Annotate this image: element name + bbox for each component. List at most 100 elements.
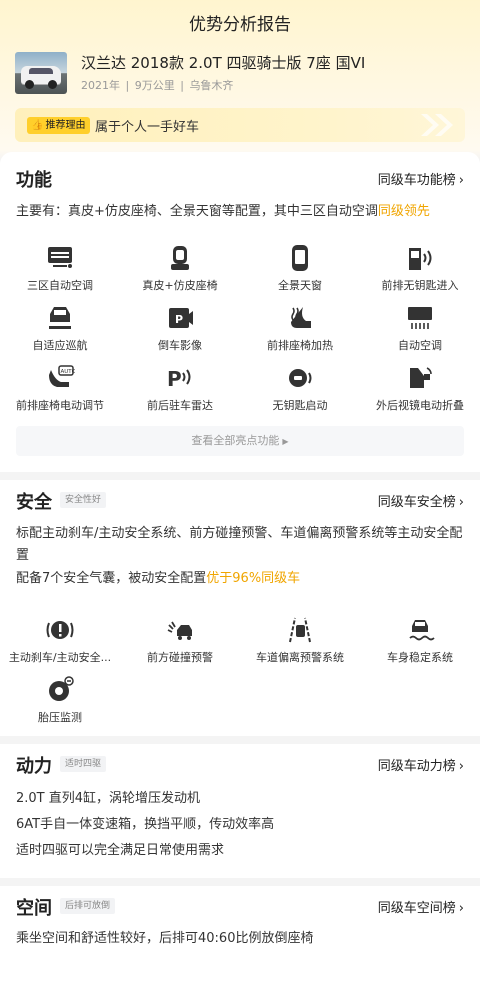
function-summary-highlight: 同级领先 <box>377 204 430 219</box>
thumbs-up-icon: 👍 <box>31 120 44 131</box>
chevron-right-icon: › <box>458 901 464 916</box>
power-section: 动力 适时四驱 同级车动力榜 › 2.0T 直列4缸，涡轮增压发动机 6AT手自一… <box>0 744 480 878</box>
power-seat-icon: AUTO <box>49 365 76 387</box>
space-header: 空间 后排可放倒 同级车空间榜 › <box>16 894 464 920</box>
power-badge: 适时四驱 <box>60 756 107 772</box>
safety-item[interactable]: 主动刹车/主动安全... <box>0 616 120 665</box>
safety-label: 车身稳定系统 <box>387 651 453 664</box>
feature-label: 三区自动空调 <box>27 279 93 292</box>
view-all-label: 查看全部亮点功能 <box>191 434 280 447</box>
space-rank-link[interactable]: 同级车空间榜 › <box>378 897 464 916</box>
power-transmission-line: 6AT手自一体变速箱，换挡平顺，传动效率高 <box>16 817 275 832</box>
adaptive-cruise-icon <box>49 307 71 329</box>
tire-pressure-icon <box>49 676 74 701</box>
feature-item[interactable]: P 前后驻车雷达 <box>120 364 240 413</box>
feature-label: 自动空调 <box>398 339 442 352</box>
power-header: 动力 适时四驱 同级车动力榜 › <box>16 752 464 778</box>
power-rank-label: 同级车动力榜 <box>377 759 456 774</box>
space-badge: 后排可放倒 <box>60 898 116 914</box>
car-thumbnail <box>15 52 67 94</box>
recommend-reason-tag: 👍 推荐理由 <box>27 117 91 134</box>
feature-label: 前排座椅加热 <box>267 339 333 352</box>
function-title: 功能 <box>16 170 52 191</box>
safety-item[interactable]: 胎压监测 <box>0 676 120 725</box>
safety-item[interactable]: 车道偏离预警系统 <box>240 616 360 665</box>
chevron-right-icon: › <box>458 173 464 188</box>
feature-item[interactable]: 前排无钥匙进入 <box>360 244 480 293</box>
safety-passive-highlight: 优于96%同级车 <box>206 571 301 586</box>
feature-item[interactable]: AUTO 前排座椅电动调节 <box>0 364 120 413</box>
space-desc: 乘坐空间和舒适性较好，后排可40:60比例放倒座椅 <box>16 931 314 946</box>
feature-item[interactable]: 自动空调 <box>360 304 480 353</box>
feature-item[interactable]: 自适应巡航 <box>0 304 120 353</box>
feature-item[interactable]: 前排座椅加热 <box>240 304 360 353</box>
ac-vent-icon <box>48 247 72 268</box>
power-drivetrain-line: 适时四驱可以完全满足日常使用需求 <box>16 843 225 858</box>
safety-item[interactable]: 前方碰撞预警 <box>120 616 240 665</box>
sunroof-icon <box>292 245 308 271</box>
safety-badge: 安全性好 <box>60 492 107 508</box>
feature-item[interactable]: 无钥匙启动 <box>240 364 360 413</box>
view-all-features-button[interactable]: 查看全部亮点功能 ▶ <box>16 426 464 456</box>
function-rank-link[interactable]: 同级车功能榜 › <box>378 169 464 188</box>
power-engine-line: 2.0T 直列4缸，涡轮增压发动机 <box>16 791 201 806</box>
safety-title: 安全 <box>16 492 52 513</box>
safety-section: 安全 安全性好 同级车安全榜 › 标配主动刹车/主动安全系统、前方碰撞预警、车道偏… <box>0 480 480 736</box>
seat-icon <box>171 246 189 270</box>
car-mileage: 9万公里 <box>134 79 175 92</box>
safety-label: 主动刹车/主动安全... <box>8 651 112 664</box>
function-rank-label: 同级车功能榜 <box>377 173 456 188</box>
feature-item[interactable]: 真皮+仿皮座椅 <box>120 244 240 293</box>
collision-warning-icon <box>167 621 192 640</box>
function-section: 功能 同级车功能榜 › 主要有：真皮+仿皮座椅、全景天窗等配置，其中三区自动空调同… <box>0 152 480 472</box>
car-meta: 2021年 | 9万公里 | 乌鲁木齐 <box>81 77 235 93</box>
recommend-reason-text: 属于个人一手好车 <box>95 120 200 135</box>
feature-item[interactable]: 三区自动空调 <box>0 244 120 293</box>
function-summary: 主要有：真皮+仿皮座椅、全景天窗等配置，其中三区自动空调同级领先 <box>16 201 464 223</box>
space-section: 空间 后排可放倒 同级车空间榜 › 乘坐空间和舒适性较好，后排可40:60比例放倒… <box>0 886 480 1007</box>
feature-item[interactable]: 全景天窗 <box>240 244 360 293</box>
feature-label: 无钥匙启动 <box>272 399 328 412</box>
feature-label: 外后视镜电动折叠 <box>376 399 464 412</box>
feature-label: 倒车影像 <box>158 339 202 352</box>
function-header: 功能 同级车功能榜 › <box>16 166 464 192</box>
chevron-right-icon: › <box>458 495 464 510</box>
triangle-right-icon: ▶ <box>282 437 289 446</box>
feature-label: 前排无钥匙进入 <box>381 279 459 292</box>
feature-label: 自适应巡航 <box>32 339 88 352</box>
svg-text:AUTO: AUTO <box>61 369 76 375</box>
car-info[interactable]: 汉兰达 2018款 2.0T 四驱骑士版 7座 国VI 2021年 | 9万公里… <box>15 50 465 100</box>
safety-passive-desc: 配备7个安全气囊，被动安全配置优于96%同级车 <box>16 568 464 590</box>
recommend-reason-tag-label: 推荐理由 <box>45 120 86 131</box>
report-page: 优势分析报告 汉兰达 2018款 2.0T 四驱骑士版 7座 国VI 2021年… <box>0 0 480 1007</box>
power-title: 动力 <box>16 756 52 777</box>
space-title: 空间 <box>16 898 52 919</box>
car-year: 2021年 <box>81 79 120 92</box>
safety-label: 车道偏离预警系统 <box>256 651 344 664</box>
safety-label: 前方碰撞预警 <box>147 651 213 664</box>
safety-label: 胎压监测 <box>38 711 82 724</box>
safety-passive-text: 配备7个安全气囊，被动安全配置 <box>16 571 207 586</box>
function-summary-text: 主要有：真皮+仿皮座椅、全景天窗等配置，其中三区自动空调 <box>16 204 378 219</box>
feature-label: 真皮+仿皮座椅 <box>142 279 218 292</box>
feature-item[interactable]: P 倒车影像 <box>120 304 240 353</box>
keyless-start-icon <box>289 369 312 387</box>
svg-text:P: P <box>175 313 183 326</box>
keyless-entry-icon <box>409 248 432 270</box>
parking-radar-icon: P <box>167 367 191 391</box>
safety-rank-link[interactable]: 同级车安全榜 › <box>378 491 464 510</box>
active-brake-icon <box>46 621 74 639</box>
lane-departure-icon <box>289 617 311 643</box>
section-divider <box>0 472 480 480</box>
feature-label: 前排座椅电动调节 <box>16 399 104 412</box>
meta-separator: | <box>125 79 130 92</box>
power-rank-link[interactable]: 同级车动力榜 › <box>378 755 464 774</box>
safety-item[interactable]: 车身稳定系统 <box>360 616 480 665</box>
car-city: 乌鲁木齐 <box>189 79 234 92</box>
feature-label: 全景天窗 <box>278 279 322 292</box>
meta-separator: | <box>180 79 184 92</box>
chevron-right-icon: › <box>458 759 464 774</box>
section-divider <box>0 878 480 886</box>
feature-item[interactable]: 外后视镜电动折叠 <box>360 364 480 413</box>
stability-control-icon <box>409 620 435 641</box>
